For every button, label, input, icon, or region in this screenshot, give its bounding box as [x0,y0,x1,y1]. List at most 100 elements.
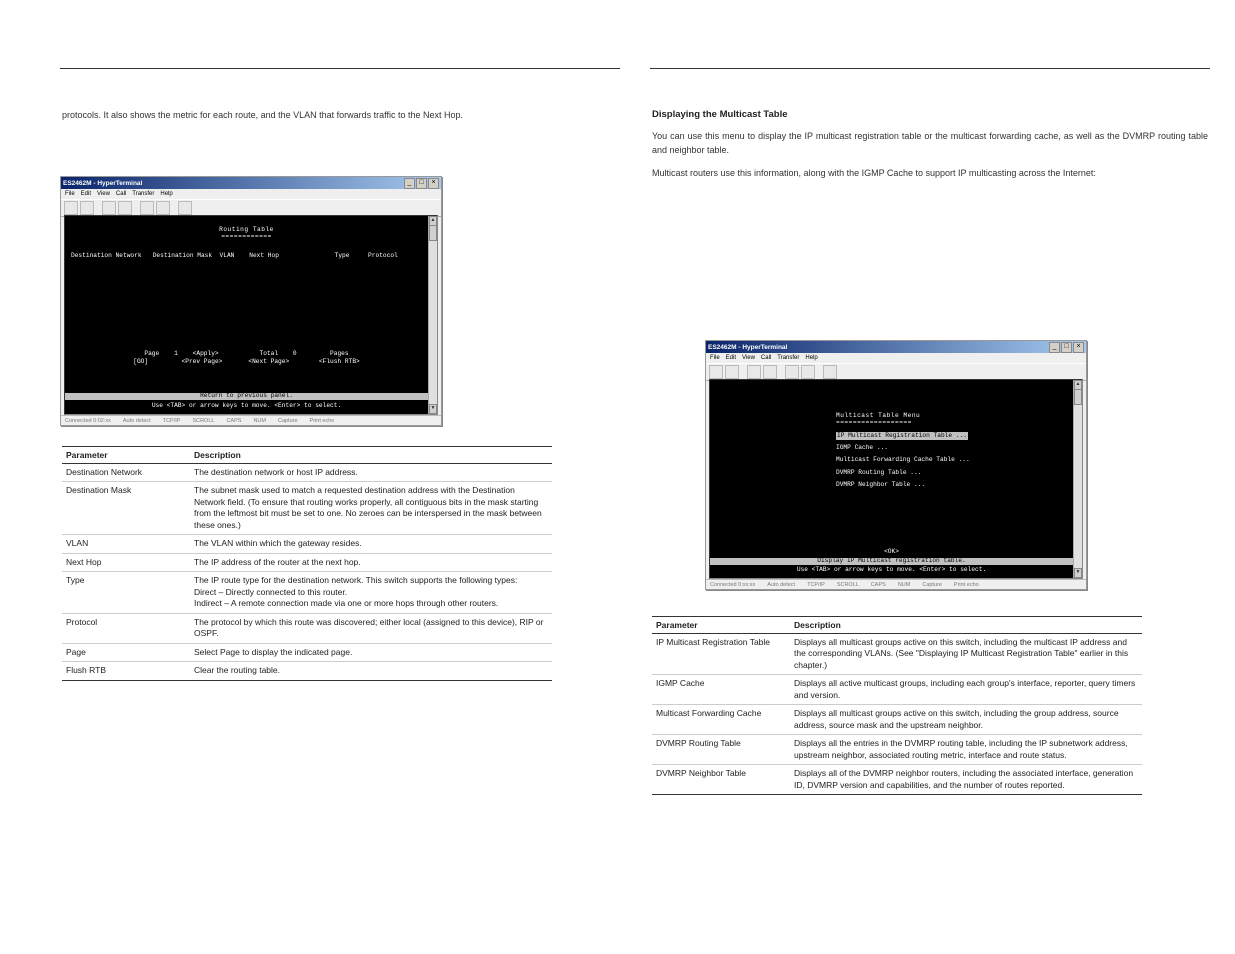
d: Select Page to display the indicated pag… [190,643,552,661]
tool-open-icon[interactable] [725,365,739,379]
menu-item[interactable]: DVMRP Neighbor Table ... [716,481,1067,489]
minimize-icon[interactable]: _ [404,178,415,189]
terminal-scrollbar-r[interactable]: ▲ ▼ [1073,380,1082,578]
menubar[interactable]: File Edit View Call Transfer Help [61,189,441,199]
maximize-icon[interactable]: □ [1061,342,1072,353]
status-capture: Capture [278,418,298,424]
right-intro1: You can use this menu to display the IP … [652,130,1208,157]
d: Displays all of the DVMRP neighbor route… [790,765,1142,795]
tool-receive-icon[interactable] [156,201,170,215]
left-header [60,52,620,69]
d: Displays all the entries in the DVMRP ro… [790,735,1142,765]
tool-new-icon[interactable] [709,365,723,379]
d: The IP route type for the destination ne… [190,572,552,613]
menu-view[interactable]: View [97,191,110,197]
term-ok[interactable]: <OK> [710,548,1073,556]
p: Next Hop [62,553,190,571]
menu-call[interactable]: Call [116,191,126,197]
scroll-thumb[interactable] [1074,389,1082,405]
left-table-wrap: ParameterDescription Destination Network… [60,440,560,697]
p: IGMP Cache [652,675,790,705]
terminal-scrollbar[interactable]: ▲ ▼ [428,216,437,414]
menu-item[interactable]: DVMRP Routing Table ... [716,469,1067,477]
tool-new-icon[interactable] [64,201,78,215]
tool-receive-icon[interactable] [801,365,815,379]
tool-properties-icon[interactable] [823,365,837,379]
term-title-underline: ============ [71,233,422,241]
status-connected: Connected 0:xx:xx [710,582,755,588]
titlebar-r[interactable]: ES2462M - HyperTerminal _ □ × [706,341,1086,353]
terminal[interactable]: Routing Table ============ Destination N… [65,216,428,414]
p: DVMRP Routing Table [652,735,790,765]
p: DVMRP Neighbor Table [652,765,790,795]
status-proto: TCP/IP [163,418,181,424]
right-table-wrap: ParameterDescription IP Multicast Regist… [650,610,1150,811]
scroll-thumb[interactable] [429,225,437,241]
d: Displays all active multicast groups, in… [790,675,1142,705]
window-title-r: ES2462M - HyperTerminal [708,344,787,351]
p: Destination Mask [62,482,190,535]
term-display: Display IP Multicast registration table. [710,557,1073,565]
status-proto: TCP/IP [807,582,825,588]
p: Protocol [62,613,190,643]
status-caps: CAPS [871,582,886,588]
left-screenshot-window: ES2462M - HyperTerminal _ □ × File Edit … [60,176,442,426]
d: The VLAN within which the gateway reside… [190,535,552,553]
menu-help[interactable]: Help [805,355,817,361]
status-capture: Capture [922,582,942,588]
status-num: NUM [898,582,911,588]
p: Page [62,643,190,661]
close-icon[interactable]: × [428,178,439,189]
status-caps: CAPS [226,418,241,424]
tool-disconnect-icon[interactable] [118,201,132,215]
d: Displays all multicast groups active on … [790,705,1142,735]
d: Clear the routing table. [190,662,552,680]
page: protocols. It also shows the metric for … [0,0,1235,954]
window-controls: _ □ × [404,178,439,189]
menu-item[interactable]: IGMP Cache ... [716,444,1067,452]
menu-call[interactable]: Call [761,355,771,361]
status-num: NUM [253,418,266,424]
right-intro2: Multicast routers use this information, … [652,167,1208,181]
p: Multicast Forwarding Cache [652,705,790,735]
right-screenshot-window: ES2462M - HyperTerminal _ □ × File Edit … [705,340,1087,590]
right-param-table: ParameterDescription IP Multicast Regist… [652,616,1142,795]
close-icon[interactable]: × [1073,342,1084,353]
tool-send-icon[interactable] [785,365,799,379]
menu-transfer[interactable]: Transfer [132,191,154,197]
menu-item-selected[interactable]: IP Multicast Registration Table ... [836,432,968,440]
menu-edit[interactable]: Edit [81,191,91,197]
status-connected: Connected 0:02:xx [65,418,111,424]
scroll-down-icon[interactable]: ▼ [1074,568,1082,578]
terminal-wrap-r: Multicast Table Menu ================== … [709,379,1083,579]
status-scroll: SCROLL [192,418,214,424]
term-return: Return to previous panel. [65,392,428,400]
tool-disconnect-icon[interactable] [763,365,777,379]
tool-connect-icon[interactable] [102,201,116,215]
menubar-r[interactable]: File Edit View Call Transfer Help [706,353,1086,363]
tool-properties-icon[interactable] [178,201,192,215]
menu-item[interactable]: Multicast Forwarding Cache Table ... [716,456,1067,464]
tool-open-icon[interactable] [80,201,94,215]
menu-view[interactable]: View [742,355,755,361]
menu-edit[interactable]: Edit [726,355,736,361]
tool-connect-icon[interactable] [747,365,761,379]
menu-help[interactable]: Help [160,191,172,197]
status-scroll: SCROLL [837,582,859,588]
d: The destination network or host IP addre… [190,464,552,482]
terminal-r[interactable]: Multicast Table Menu ================== … [710,380,1073,578]
menu-transfer[interactable]: Transfer [777,355,799,361]
titlebar[interactable]: ES2462M - HyperTerminal _ □ × [61,177,441,189]
term-page-line2: [GO] <Prev Page> <Next Page> <Flush RTB> [71,358,422,366]
tool-send-icon[interactable] [140,201,154,215]
minimize-icon[interactable]: _ [1049,342,1060,353]
d: The IP address of the router at the next… [190,553,552,571]
menu-file[interactable]: File [710,355,720,361]
p: IP Multicast Registration Table [652,634,790,675]
p: VLAN [62,535,190,553]
scroll-down-icon[interactable]: ▼ [429,404,437,414]
maximize-icon[interactable]: □ [416,178,427,189]
right-header [650,52,1210,69]
menu-file[interactable]: File [65,191,75,197]
status-detect: Auto detect [767,582,795,588]
